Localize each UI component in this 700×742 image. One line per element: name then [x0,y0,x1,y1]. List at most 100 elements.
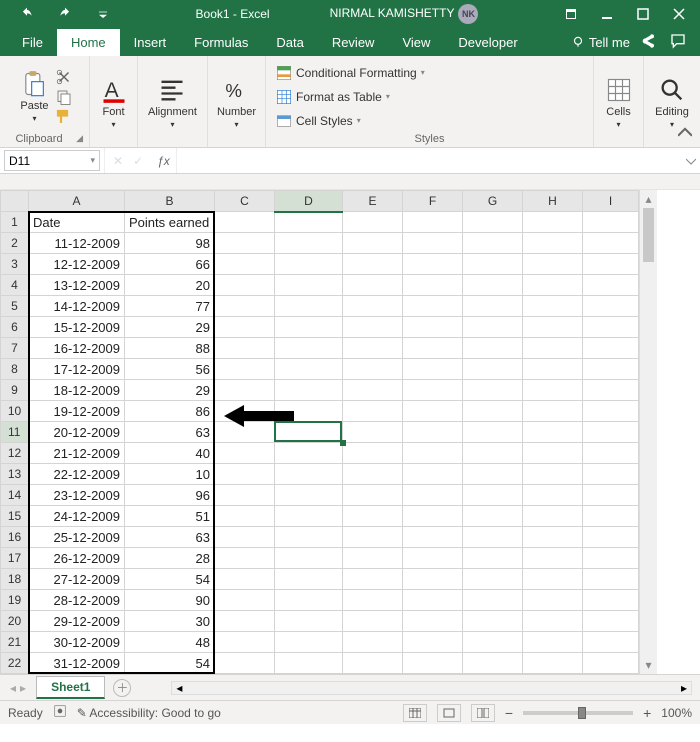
name-box-dropdown-icon[interactable]: ▾ [90,155,95,166]
cell-C7[interactable] [215,338,275,359]
cell-D3[interactable] [275,254,343,275]
cell-G5[interactable] [463,296,523,317]
cell-C3[interactable] [215,254,275,275]
col-header-G[interactable]: G [463,191,523,212]
cell-A4[interactable]: 13-12-2009 [29,275,125,296]
user-avatar[interactable]: NK [458,4,478,24]
cell-G12[interactable] [463,443,523,464]
cell-I8[interactable] [583,359,639,380]
cell-G15[interactable] [463,506,523,527]
cell-A17[interactable]: 26-12-2009 [29,548,125,569]
cell-F8[interactable] [403,359,463,380]
cell-I12[interactable] [583,443,639,464]
col-header-F[interactable]: F [403,191,463,212]
cell-B5[interactable]: 77 [125,296,215,317]
cell-A11[interactable]: 20-12-2009 [29,422,125,443]
cell-G1[interactable] [463,212,523,233]
cell-D1[interactable] [275,212,343,233]
cell-B19[interactable]: 90 [125,590,215,611]
cell-F15[interactable] [403,506,463,527]
cell-I2[interactable] [583,233,639,254]
cell-D21[interactable] [275,632,343,653]
maximize-button[interactable] [626,0,660,28]
cell-D14[interactable] [275,485,343,506]
cut-icon[interactable] [55,68,73,86]
cell-G13[interactable] [463,464,523,485]
row-header-17[interactable]: 17 [1,548,29,569]
format-painter-icon[interactable] [55,108,73,126]
cell-F4[interactable] [403,275,463,296]
cell-C13[interactable] [215,464,275,485]
cell-F2[interactable] [403,233,463,254]
cell-E15[interactable] [343,506,403,527]
cell-H19[interactable] [523,590,583,611]
cell-B15[interactable]: 51 [125,506,215,527]
close-button[interactable] [662,0,696,28]
hscroll-left-icon[interactable]: ◂ [172,682,186,694]
tab-view[interactable]: View [388,29,444,56]
row-header-20[interactable]: 20 [1,611,29,632]
cell-E19[interactable] [343,590,403,611]
cell-F1[interactable] [403,212,463,233]
qat-dropdown[interactable] [86,0,120,28]
row-header-7[interactable]: 7 [1,338,29,359]
cell-A8[interactable]: 17-12-2009 [29,359,125,380]
number-button[interactable]: % Number▾ [213,74,260,131]
cell-F19[interactable] [403,590,463,611]
cell-D20[interactable] [275,611,343,632]
cell-H22[interactable] [523,653,583,674]
cell-G14[interactable] [463,485,523,506]
cell-C15[interactable] [215,506,275,527]
cell-A9[interactable]: 18-12-2009 [29,380,125,401]
cell-A12[interactable]: 21-12-2009 [29,443,125,464]
row-header-16[interactable]: 16 [1,527,29,548]
cell-C4[interactable] [215,275,275,296]
row-header-12[interactable]: 12 [1,443,29,464]
cell-G9[interactable] [463,380,523,401]
cell-I7[interactable] [583,338,639,359]
cell-D5[interactable] [275,296,343,317]
cell-E17[interactable] [343,548,403,569]
cell-E6[interactable] [343,317,403,338]
cell-F22[interactable] [403,653,463,674]
col-header-A[interactable]: A [29,191,125,212]
font-button[interactable]: A Font▾ [96,74,132,131]
cell-I1[interactable] [583,212,639,233]
redo-button[interactable] [48,0,82,28]
cell-G10[interactable] [463,401,523,422]
cell-E13[interactable] [343,464,403,485]
row-header-21[interactable]: 21 [1,632,29,653]
cell-F9[interactable] [403,380,463,401]
cell-F11[interactable] [403,422,463,443]
cell-F10[interactable] [403,401,463,422]
cell-B20[interactable]: 30 [125,611,215,632]
view-page-layout-button[interactable] [437,704,461,722]
cell-C20[interactable] [215,611,275,632]
cell-H6[interactable] [523,317,583,338]
cell-A10[interactable]: 19-12-2009 [29,401,125,422]
cell-A13[interactable]: 22-12-2009 [29,464,125,485]
cell-H8[interactable] [523,359,583,380]
cell-B3[interactable]: 66 [125,254,215,275]
cell-H14[interactable] [523,485,583,506]
cell-D11[interactable] [275,422,343,443]
cell-D13[interactable] [275,464,343,485]
cell-B17[interactable]: 28 [125,548,215,569]
sheet-nav-next-icon[interactable]: ▸ [20,681,26,695]
cell-G4[interactable] [463,275,523,296]
cell-E3[interactable] [343,254,403,275]
cell-D10[interactable] [275,401,343,422]
row-header-14[interactable]: 14 [1,485,29,506]
col-header-E[interactable]: E [343,191,403,212]
cell-E5[interactable] [343,296,403,317]
cell-H7[interactable] [523,338,583,359]
accessibility-status[interactable]: ✎ Accessibility: Good to go [77,706,221,720]
col-header-D[interactable]: D [275,191,343,212]
new-sheet-button[interactable]: ＋ [113,679,131,697]
cell-D17[interactable] [275,548,343,569]
tab-developer[interactable]: Developer [444,29,531,56]
cell-D18[interactable] [275,569,343,590]
col-header-I[interactable]: I [583,191,639,212]
cell-I16[interactable] [583,527,639,548]
cell-G21[interactable] [463,632,523,653]
